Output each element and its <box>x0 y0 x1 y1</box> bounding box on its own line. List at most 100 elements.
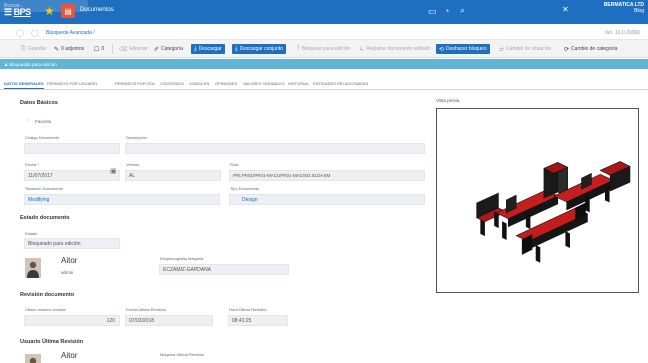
ruta-label: Ruta <box>230 162 239 167</box>
tab-usada-en[interactable]: USADA EN <box>189 81 209 86</box>
attachments-label: 0 adjuntos <box>61 46 85 52</box>
lock-banner-text: Bloqueado para edición <box>9 61 57 67</box>
preview-label: Vista previa <box>436 98 460 103</box>
comment-icon: ☐ <box>94 46 100 53</box>
estado-field: Bloqueado para edición <box>24 238 120 249</box>
comments-button[interactable]: ☐ 0 <box>91 44 107 54</box>
download-label: Descargar <box>198 46 222 52</box>
version-label: Versión <box>126 162 140 167</box>
descripcion-field[interactable] <box>125 143 425 154</box>
category-button[interactable]: ✐ Categoría <box>151 44 186 54</box>
change-situation-label: Cambio de situación <box>506 46 552 52</box>
search-icon[interactable]: ⌕ <box>460 5 465 16</box>
tab-opiniones[interactable]: OPINIONES <box>215 81 237 86</box>
estado-label: Estado <box>25 231 38 236</box>
revision-hora-field: 08:41:25 <box>228 315 288 326</box>
breadcrumb-bar: ◯ ◯ Búsqueda Avanzada / Ver. 10.0.20060 <box>0 24 648 40</box>
back-icon[interactable]: ◯ <box>16 29 24 37</box>
comments-count: 0 <box>101 46 105 52</box>
cad-assembly-preview <box>475 161 631 263</box>
save-icon: ⎘ <box>21 45 26 52</box>
codigo-label: Código Documento <box>25 135 60 140</box>
codigo-field[interactable] <box>24 143 120 154</box>
fecha-field[interactable]: 11/07/2017 <box>24 170 120 181</box>
datos-basicos-title: Datos Básicos <box>20 100 58 106</box>
attachment-icon: ✎ <box>54 46 60 53</box>
tab-datos-generales[interactable]: DATOS GENERALES <box>4 81 44 86</box>
tipo-label: Tipo Documento <box>230 186 260 191</box>
forward-icon[interactable]: ◯ <box>31 29 39 37</box>
undo-icon: ⟲ <box>439 46 445 53</box>
company-sub: Blog <box>633 8 644 14</box>
change-situation-button[interactable]: ⇄ Cambio de situación <box>496 44 554 54</box>
undo-lock-button[interactable]: ⟲ Deshacer bloqueo <box>436 44 490 54</box>
favorite-star-icon[interactable]: ☆ <box>26 117 31 124</box>
tab-entidades-relacionadas[interactable]: ENTIDADES RELACIONADAS <box>313 81 368 86</box>
search-placeholder: Buscar... <box>4 3 24 9</box>
action-toolbar: ⎘ Guardar ✎ 0 adjuntos ☐ 0 ⌫ Eliminar ✐ … <box>0 40 648 58</box>
active-tab-indicator <box>4 88 44 89</box>
favorito-label[interactable]: Favorito <box>35 119 51 124</box>
tab-valores-variables[interactable]: VALORES VARIABLES <box>243 81 285 86</box>
delete-button[interactable]: ⌫ Eliminar <box>116 44 151 54</box>
save-label: Guardar <box>27 46 47 52</box>
toolbar-separator <box>112 44 113 54</box>
download-button[interactable]: ⤓ Descargar <box>191 44 225 54</box>
descripcion-label: Descripción <box>126 135 147 140</box>
situacion-label: Situación Documento <box>25 186 64 191</box>
delete-icon: ⌫ <box>119 46 128 53</box>
notification-icon[interactable]: ◔ <box>444 6 449 16</box>
avatar <box>25 258 41 278</box>
register-edited-label: Registrar documento editado <box>366 46 431 52</box>
equipo-field: ECZAMIZ-GAPDANA <box>159 264 289 275</box>
favorites-star-icon[interactable]: ★ <box>44 4 55 18</box>
top-bar: ☰ BPS ★ ▤ Documentos ▭ ◔ ⌕ Buscar... ✕ B… <box>0 0 648 24</box>
change-situation-icon: ⇄ <box>499 46 505 53</box>
estado-user-name: Aitor <box>61 256 78 265</box>
user-silhouette-icon <box>25 258 41 278</box>
revision-title: Revisión documento <box>20 292 75 298</box>
company-block[interactable]: BERMATICA LTD Blog <box>584 2 644 14</box>
revision-num-field: 120 <box>24 315 120 326</box>
close-icon[interactable]: ✕ <box>562 5 569 14</box>
tab-permisos-usuario[interactable]: PERMISOS POR USUARIO <box>47 81 97 86</box>
register-edited-button[interactable]: ↳ Registrar documento editado <box>356 44 433 54</box>
documents-app-icon: ▤ <box>61 4 75 18</box>
register-icon: ↳ <box>359 46 365 53</box>
breadcrumb[interactable]: Búsqueda Avanzada / <box>46 30 95 36</box>
version-field[interactable]: AL <box>125 170 221 181</box>
change-category-button[interactable]: ⟳ Cambio de categoría <box>561 44 620 54</box>
app-title: Documentos <box>80 7 114 13</box>
lock-banner-icon: 🔒︎ <box>5 61 8 67</box>
revision-num-label: Último número revisión <box>25 307 66 312</box>
usuario-revision-title: Usuario Última Revisión <box>20 339 84 345</box>
estado-user-sub: admin <box>61 270 74 275</box>
category-icon: ✐ <box>154 46 160 53</box>
download-set-label: Descargar conjunto <box>239 46 284 52</box>
chat-icon[interactable]: ▭ <box>428 6 437 17</box>
attachments-button[interactable]: ✎ 0 adjuntos <box>51 44 87 54</box>
equipo-label: Despiezografía Máquina <box>160 256 204 261</box>
lock-banner: 🔒︎ Bloqueado para edición <box>0 59 648 69</box>
ruta-field[interactable]: PRI.PR01\PR01-MACUPR01-MAC002.SLDASM <box>229 170 425 181</box>
save-button[interactable]: ⎘ Guardar <box>18 44 49 54</box>
situacion-field[interactable]: Modifying <box>24 194 220 205</box>
lock-for-edit-button[interactable]: ⤒ Bloquear para edición <box>294 44 353 54</box>
download-set-button[interactable]: ⤓ Descargar conjunto <box>232 44 287 54</box>
download-icon: ⤓ <box>194 45 197 52</box>
user-silhouette-icon <box>25 354 41 363</box>
revision-fecha-label: Fecha Última Revisión <box>126 307 167 312</box>
tab-permisos-rol[interactable]: PERMISOS POR ROL <box>115 81 155 86</box>
maquina-label: Máquina Última Revisión <box>160 352 205 357</box>
category-label: Categoría <box>161 46 183 52</box>
tipo-field[interactable]: Design <box>229 194 425 205</box>
preview-panel[interactable] <box>436 108 639 293</box>
avatar <box>25 354 41 363</box>
tab-contenido[interactable]: CONTENIDO <box>160 81 184 86</box>
fecha-label: Fecha * <box>25 162 39 167</box>
lock-for-edit-label: Bloquear para edición <box>301 46 351 52</box>
revision-user-name: Aitor <box>61 351 78 360</box>
calendar-icon[interactable]: ▣ <box>110 167 117 175</box>
tab-bar: DATOS GENERALES PERMISOS POR USUARIO PER… <box>0 78 648 90</box>
tab-historial[interactable]: HISTORIAL <box>288 81 309 86</box>
